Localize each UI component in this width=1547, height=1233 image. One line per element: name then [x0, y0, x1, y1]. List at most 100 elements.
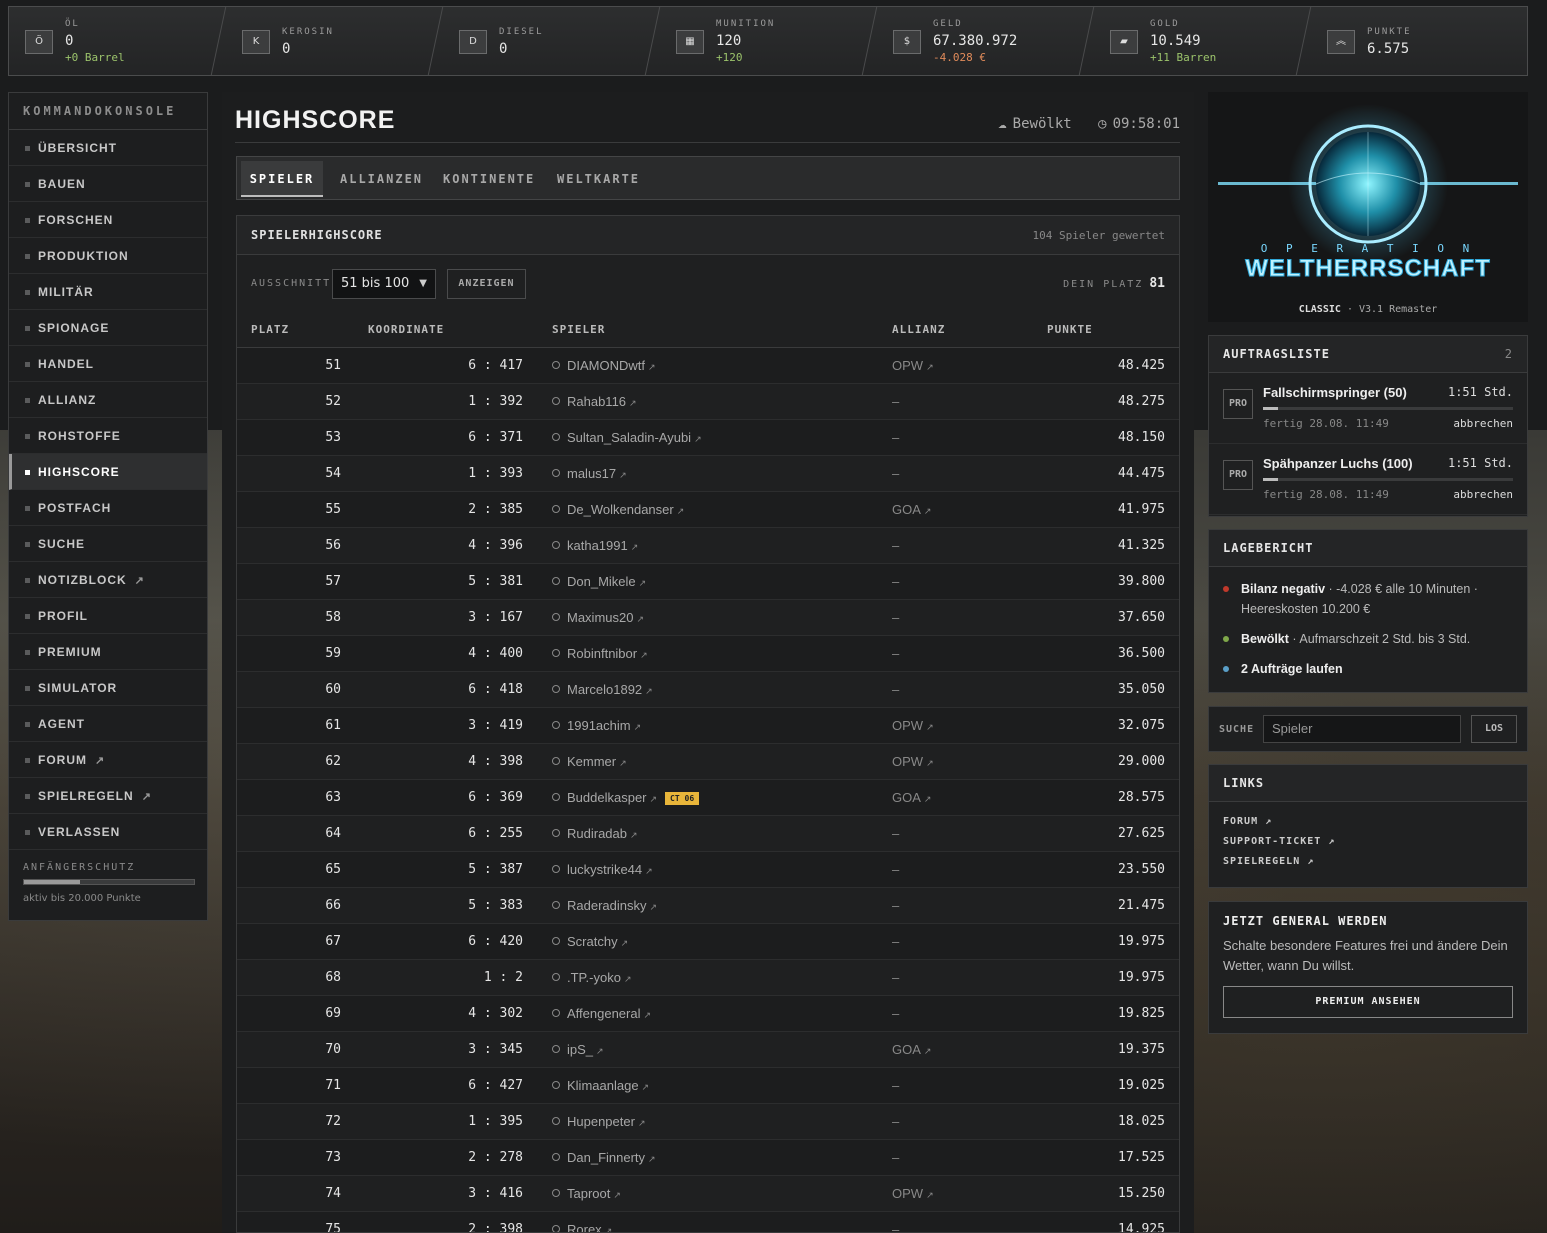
coord-cell[interactable]: 1 : 395	[437, 1114, 523, 1129]
col-alliance[interactable]: ALLIANZ	[892, 323, 945, 336]
coord-cell[interactable]: 1 : 2	[437, 970, 523, 985]
player-name[interactable]: ipS_	[567, 1042, 593, 1057]
player-name[interactable]: Scratchy	[567, 934, 618, 949]
coord-cell[interactable]: 3 : 345	[437, 1042, 523, 1057]
alliance-cell[interactable]: OPW ↗	[892, 358, 934, 373]
player-name[interactable]: Buddelkasper	[567, 790, 647, 805]
status-dot-icon	[1223, 586, 1229, 592]
player-name[interactable]: Marcelo1892	[567, 682, 642, 697]
sidebar-item-postfach[interactable]: POSTFACH	[9, 490, 207, 526]
player-name[interactable]: Sultan_Saladin-Ayubi	[567, 430, 691, 445]
sidebar-item-spionage[interactable]: SPIONAGE	[9, 310, 207, 346]
player-name[interactable]: Rorex	[567, 1222, 602, 1232]
search-input[interactable]: Spieler	[1263, 715, 1461, 743]
alliance-cell[interactable]: OPW ↗	[892, 718, 934, 733]
player-name[interactable]: Raderadinsky	[567, 898, 647, 913]
order-cancel-link[interactable]: abbrechen	[1453, 417, 1513, 430]
sidebar-item-forum[interactable]: FORUM ↗	[9, 742, 207, 778]
sidebar-item-produktion[interactable]: PRODUKTION	[9, 238, 207, 274]
coord-cell[interactable]: 3 : 416	[437, 1186, 523, 1201]
sidebar-item-verlassen[interactable]: VERLASSEN	[9, 814, 207, 850]
link-forum[interactable]: FORUM ↗	[1223, 816, 1513, 827]
tab-allianzen[interactable]: ALLIANZEN	[340, 161, 423, 197]
player-name[interactable]: malus17	[567, 466, 616, 481]
coord-cell[interactable]: 2 : 278	[437, 1150, 523, 1165]
player-name[interactable]: Affengeneral	[567, 1006, 641, 1021]
player-name[interactable]: Maximus20	[567, 610, 633, 625]
player-name[interactable]: Rahab116	[567, 394, 626, 409]
coord-cell[interactable]: 3 : 419	[437, 718, 523, 733]
link-spielregeln[interactable]: SPIELREGELN ↗	[1223, 856, 1513, 867]
coord-cell[interactable]: 6 : 427	[437, 1078, 523, 1093]
premium-button[interactable]: PREMIUM ANSEHEN	[1223, 986, 1513, 1018]
coord-cell[interactable]: 1 : 392	[437, 394, 523, 409]
player-cell: .TP.-yoko ↗	[552, 970, 632, 985]
coord-cell[interactable]: 6 : 417	[437, 358, 523, 373]
alliance-cell[interactable]: OPW ↗	[892, 1186, 934, 1201]
coord-cell[interactable]: 4 : 400	[437, 646, 523, 661]
coord-cell[interactable]: 4 : 398	[437, 754, 523, 769]
sidebar-item-handel[interactable]: HANDEL	[9, 346, 207, 382]
player-name[interactable]: DIAMONDwtf	[567, 358, 645, 373]
search-go-button[interactable]: LOS	[1471, 715, 1517, 743]
coord-cell[interactable]: 6 : 255	[437, 826, 523, 841]
sidebar-item-rohstoffe[interactable]: ROHSTOFFE	[9, 418, 207, 454]
sidebar-item-highscore[interactable]: HIGHSCORE	[9, 454, 207, 490]
coord-cell[interactable]: 4 : 302	[437, 1006, 523, 1021]
sidebar-item-profil[interactable]: PROFIL	[9, 598, 207, 634]
sidebar-item-bauen[interactable]: BAUEN	[9, 166, 207, 202]
coord-cell[interactable]: 6 : 371	[437, 430, 523, 445]
coord-cell[interactable]: 2 : 398	[437, 1222, 523, 1232]
player-name[interactable]: 1991achim	[567, 718, 631, 733]
range-select[interactable]: 51 bis 100 ▼	[332, 269, 436, 299]
player-name[interactable]: Don_Mikele	[567, 574, 636, 589]
sidebar-item-premium[interactable]: PREMIUM	[9, 634, 207, 670]
link-support-ticket[interactable]: SUPPORT-TICKET ↗	[1223, 836, 1513, 847]
player-name[interactable]: Taproot	[567, 1186, 610, 1201]
show-button[interactable]: ANZEIGEN	[447, 269, 526, 299]
coord-cell[interactable]: 5 : 383	[437, 898, 523, 913]
sidebar-item-suche[interactable]: SUCHE	[9, 526, 207, 562]
sidebar-item-notizblock[interactable]: NOTIZBLOCK ↗	[9, 562, 207, 598]
order-cancel-link[interactable]: abbrechen	[1453, 488, 1513, 501]
coord-cell[interactable]: 5 : 381	[437, 574, 523, 589]
player-name[interactable]: Dan_Finnerty	[567, 1150, 645, 1165]
coord-cell[interactable]: 5 : 387	[437, 862, 523, 877]
col-points[interactable]: PUNKTE	[1047, 323, 1093, 336]
player-name[interactable]: katha1991	[567, 538, 628, 553]
player-name[interactable]: Rudiradab	[567, 826, 627, 841]
player-name[interactable]: De_Wolkendanser	[567, 502, 674, 517]
sidebar-item-agent[interactable]: AGENT	[9, 706, 207, 742]
table-row: 69 4 : 302 Affengeneral ↗ – 19.825	[237, 996, 1179, 1032]
coord-cell[interactable]: 2 : 385	[437, 502, 523, 517]
coord-cell[interactable]: 6 : 369	[437, 790, 523, 805]
sidebar-item-allianz[interactable]: ALLIANZ	[9, 382, 207, 418]
coord-cell[interactable]: 6 : 420	[437, 934, 523, 949]
sidebar-item-forschen[interactable]: FORSCHEN	[9, 202, 207, 238]
col-rank[interactable]: PLATZ	[251, 323, 289, 336]
player-name[interactable]: .TP.-yoko	[567, 970, 621, 985]
alliance-cell[interactable]: GOA ↗	[892, 1042, 931, 1057]
sidebar-item-militär[interactable]: MILITÄR	[9, 274, 207, 310]
sidebar-item-übersicht[interactable]: ÜBERSICHT	[9, 130, 207, 166]
col-player[interactable]: SPIELER	[552, 323, 605, 336]
sidebar-item-spielregeln[interactable]: SPIELREGELN ↗	[9, 778, 207, 814]
player-name[interactable]: Kemmer	[567, 754, 616, 769]
alliance-cell[interactable]: GOA ↗	[892, 502, 931, 517]
coord-cell[interactable]: 6 : 418	[437, 682, 523, 697]
tab-kontinente[interactable]: KONTINENTE	[443, 161, 535, 197]
player-name[interactable]: luckystrike44	[567, 862, 642, 877]
sidebar-item-simulator[interactable]: SIMULATOR	[9, 670, 207, 706]
alliance-cell[interactable]: OPW ↗	[892, 754, 934, 769]
alliance-cell[interactable]: GOA ↗	[892, 790, 931, 805]
coord-cell[interactable]: 1 : 393	[437, 466, 523, 481]
player-name[interactable]: Robinftnibor	[567, 646, 637, 661]
coord-cell[interactable]: 4 : 396	[437, 538, 523, 553]
player-name[interactable]: Klimaanlage	[567, 1078, 639, 1093]
status-circle-icon	[552, 1045, 560, 1053]
player-name[interactable]: Hupenpeter	[567, 1114, 635, 1129]
tab-weltkarte[interactable]: WELTKARTE	[557, 161, 640, 197]
col-coord[interactable]: KOORDINATE	[368, 323, 444, 336]
coord-cell[interactable]: 3 : 167	[437, 610, 523, 625]
tab-spieler[interactable]: SPIELER	[241, 161, 323, 197]
